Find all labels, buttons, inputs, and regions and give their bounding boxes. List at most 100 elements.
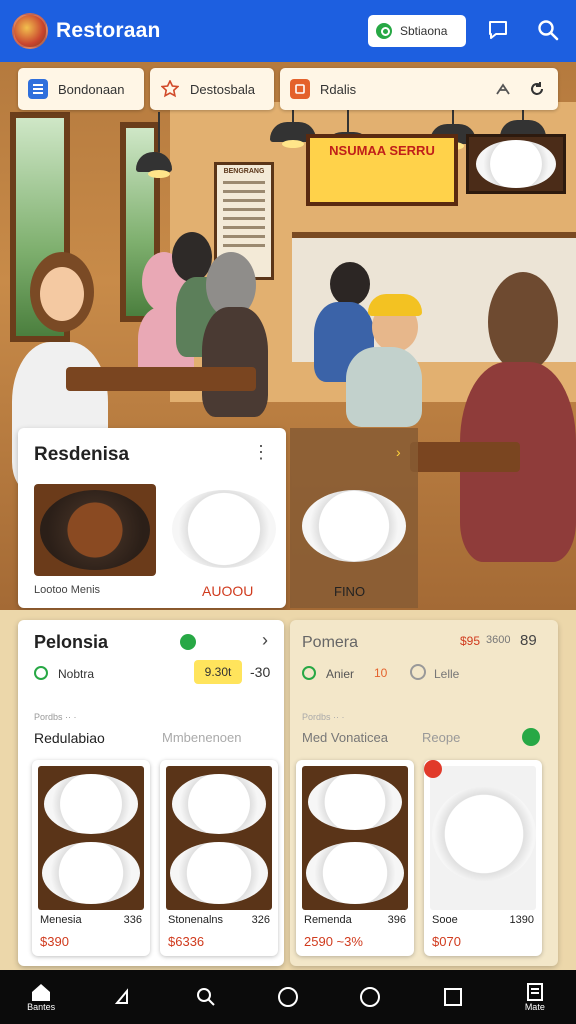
dish-name: Stonenalns (168, 914, 224, 926)
banner-text: NSUMAA SERRU (329, 143, 435, 158)
scene-person-head (488, 272, 558, 372)
featured-food-image[interactable] (34, 484, 156, 576)
dish-image (430, 766, 536, 910)
filter-chip-label: Bondonaan (58, 81, 125, 97)
nav-back[interactable] (93, 970, 153, 1024)
nav-menu[interactable]: Mate (505, 970, 565, 1024)
more-options-icon[interactable]: ⋮ (252, 442, 270, 463)
location-pill[interactable]: Sbtiaona (368, 15, 466, 47)
nav-circle-a[interactable] (258, 970, 318, 1024)
sub-small-label: Pordbs ·· · (34, 712, 77, 722)
nav-search[interactable] (176, 970, 236, 1024)
food-plate (172, 774, 266, 834)
left-panel-title: Pelonsia (34, 632, 109, 652)
left-panel: Pelonsia › Nobtra 9.30t -30 Pordbs ·· · … (18, 620, 284, 966)
info-icon (410, 664, 426, 680)
location-icon (376, 23, 392, 39)
scene-person-head (172, 232, 212, 282)
scene-lamp (136, 112, 172, 178)
side-card[interactable]: › FINO (290, 428, 418, 608)
dish-price: 2590 ~3% (304, 934, 363, 949)
app-title: Restoraan (56, 19, 161, 42)
food-plate (42, 842, 140, 904)
food-plate (306, 842, 404, 904)
price-badge: 9.30t (194, 660, 242, 684)
app-logo (12, 13, 48, 49)
price-small: 3600 (486, 634, 511, 646)
dish-price: $390 (40, 934, 69, 949)
tab-active[interactable]: Redulabiao (34, 730, 105, 746)
dish-count: 336 (123, 914, 142, 926)
filter-chip-bondonaan[interactable]: Bondonaan (18, 68, 144, 110)
tab-inactive[interactable]: Reope (422, 730, 460, 745)
scene-food-frame (466, 134, 566, 194)
star-icon (160, 79, 180, 99)
row-left-label: Anier (326, 667, 355, 681)
bottom-nav: Bantes Mate (0, 970, 576, 1024)
chevron-right-icon[interactable]: › (262, 630, 268, 651)
nav-square[interactable] (423, 970, 483, 1024)
circle-icon (360, 987, 381, 1007)
scene-person (346, 347, 422, 427)
chevron-right-icon[interactable]: › (396, 444, 401, 460)
top-app-bar: Restoraan Sbtiaona (0, 0, 576, 62)
dish-count: 396 (387, 914, 406, 926)
dish-name: Sooe (432, 914, 458, 926)
tab-inactive[interactable]: Mmbenenoen (162, 730, 242, 745)
circle-icon (277, 987, 298, 1007)
grid-icon (28, 79, 48, 99)
scene-cap (368, 294, 422, 316)
listing-section: Pelonsia › Nobtra 9.30t -30 Pordbs ·· · … (0, 610, 576, 970)
menu-board-title: BENGRANG (223, 168, 265, 175)
refresh-icon[interactable] (528, 80, 546, 101)
side-caption: FINO (334, 584, 366, 599)
nav-circle-b[interactable] (340, 970, 400, 1024)
food-plate (170, 842, 268, 904)
dish-price: $6336 (168, 934, 205, 949)
home-icon (32, 984, 51, 1001)
square-icon (443, 988, 462, 1006)
featured-item-caption: AUOOU (202, 583, 254, 599)
food-plate (40, 490, 150, 570)
tab-active[interactable]: Med Vonaticea (302, 730, 388, 745)
dish-price: $070 (432, 934, 461, 949)
featured-card[interactable]: Resdenisa ⋮ Lootoo Menis AUOOU (18, 428, 286, 608)
scene-person-face (40, 267, 84, 321)
back-icon (115, 988, 129, 1004)
price-extra: -30 (250, 664, 271, 680)
status-icon (302, 666, 316, 680)
menu-icon (526, 983, 543, 1001)
featured-food-image[interactable] (172, 490, 276, 568)
dish-card[interactable]: Sooe 1390 $070 (424, 760, 542, 956)
dish-name: Remenda (304, 914, 352, 926)
right-panel: Pomera $95 3600 89 Anier 10 Lelle Pordbs… (290, 620, 558, 966)
dish-image (302, 766, 408, 910)
scene-table (410, 442, 520, 472)
scene-person (202, 307, 268, 417)
filter-chip-rdalis[interactable]: Rdalis (280, 68, 558, 110)
dish-card[interactable]: Remenda 396 2590 ~3% (296, 760, 414, 956)
dish-name: Menesia (40, 914, 82, 926)
dish-image (38, 766, 144, 910)
status-label: Nobtra (58, 667, 95, 681)
verified-icon (180, 634, 196, 650)
chat-icon[interactable] (484, 16, 512, 44)
right-panel-title: Pomera (302, 634, 359, 651)
nav-home[interactable]: Bantes (11, 970, 71, 1024)
dish-card[interactable]: Menesia 336 $390 (32, 760, 150, 956)
food-plate (44, 774, 138, 834)
search-icon (196, 988, 215, 1006)
scene-table (66, 367, 256, 391)
notification-badge (424, 760, 442, 778)
dish-card[interactable]: Stonenalns 326 $6336 (160, 760, 278, 956)
search-icon[interactable] (534, 16, 562, 44)
status-icon (34, 666, 48, 680)
price-big: 89 (520, 632, 537, 649)
row-right-label: Lelle (434, 667, 460, 681)
filter-chip-destosbala[interactable]: Destosbala (150, 68, 274, 110)
food-plate (432, 786, 536, 882)
add-icon[interactable] (522, 728, 540, 746)
share-icon[interactable] (494, 80, 512, 101)
filter-chip-label: Rdalis (320, 81, 357, 97)
dish-image (166, 766, 272, 910)
